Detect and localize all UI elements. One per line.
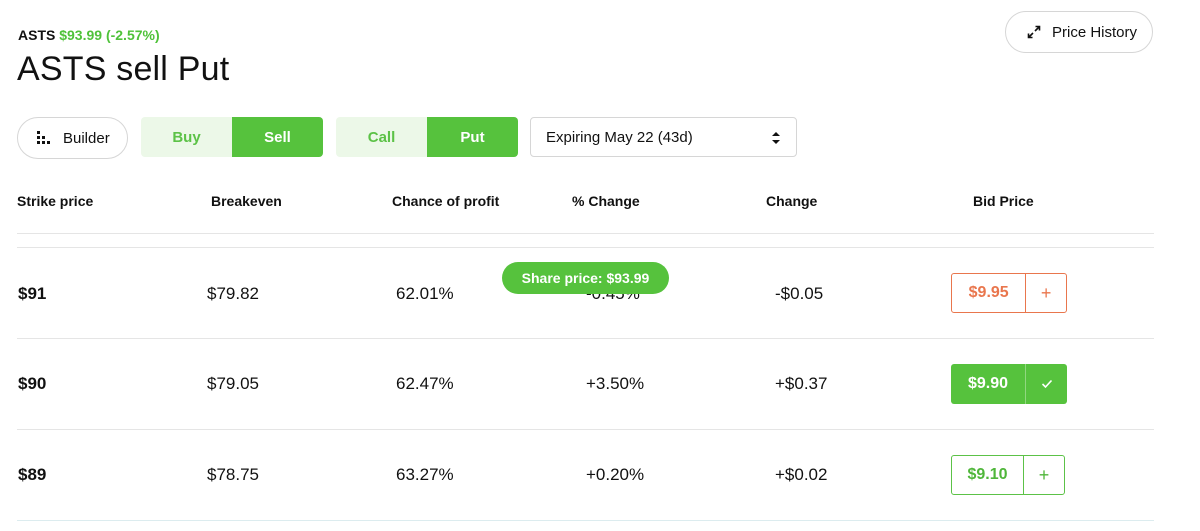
price-history-button[interactable]: Price History bbox=[1005, 11, 1153, 53]
pct-change-value: +0.20% bbox=[586, 465, 645, 484]
plus-icon[interactable]: + bbox=[1024, 456, 1064, 494]
chance-value: 63.27% bbox=[396, 465, 454, 484]
updown-caret-icon bbox=[772, 132, 780, 144]
header-divider bbox=[17, 233, 1154, 234]
buy-option[interactable]: Buy bbox=[141, 117, 232, 157]
strike-price: $89 bbox=[18, 465, 47, 484]
column-header-chance: Chance of profit bbox=[392, 193, 500, 209]
buy-sell-toggle: Buy Sell bbox=[141, 117, 323, 157]
chance-value: 62.47% bbox=[396, 374, 454, 393]
bid-price-button[interactable]: $9.90 bbox=[951, 364, 1067, 404]
column-header-breakeven: Breakeven bbox=[211, 193, 282, 209]
sell-option[interactable]: Sell bbox=[232, 117, 323, 157]
ticker-price-change: $93.99 (-2.57%) bbox=[59, 27, 160, 43]
column-header-strike: Strike price bbox=[17, 193, 94, 209]
bid-amount[interactable]: $9.95 bbox=[952, 274, 1027, 312]
breakeven-value: $78.75 bbox=[207, 465, 259, 484]
price-history-label: Price History bbox=[1052, 23, 1138, 41]
column-header-pct-change: % Change bbox=[572, 193, 640, 209]
row-divider bbox=[17, 247, 1154, 248]
strike-price: $91 bbox=[18, 284, 47, 303]
expand-icon bbox=[1027, 25, 1041, 39]
builder-button[interactable]: Builder bbox=[17, 117, 128, 159]
bid-price-button[interactable]: $9.95 + bbox=[951, 273, 1067, 313]
call-option[interactable]: Call bbox=[336, 117, 427, 157]
put-option[interactable]: Put bbox=[427, 117, 518, 157]
ticker-symbol: ASTS bbox=[18, 27, 56, 43]
row-divider bbox=[17, 338, 1154, 339]
share-price-marker: Share price: $93.99 bbox=[502, 262, 669, 294]
ticker-quote: ASTS $93.99 (-2.57%) bbox=[18, 27, 160, 43]
bid-price-button[interactable]: $9.10 + bbox=[951, 455, 1065, 495]
expiration-select[interactable]: Expiring May 22 (43d) bbox=[530, 117, 797, 157]
page-title: ASTS sell Put bbox=[17, 50, 230, 88]
expiration-value: Expiring May 22 (43d) bbox=[546, 128, 693, 146]
breakeven-value: $79.82 bbox=[207, 284, 259, 303]
plus-icon[interactable]: + bbox=[1026, 274, 1066, 312]
bid-amount[interactable]: $9.90 bbox=[951, 364, 1026, 404]
check-icon[interactable] bbox=[1026, 364, 1067, 404]
bid-amount[interactable]: $9.10 bbox=[952, 456, 1024, 494]
change-value: -$0.05 bbox=[775, 284, 824, 303]
builder-icon bbox=[37, 131, 50, 144]
column-header-change: Change bbox=[766, 193, 818, 209]
call-put-toggle: Call Put bbox=[336, 117, 518, 157]
row-divider bbox=[17, 429, 1154, 430]
column-header-bid-price: Bid Price bbox=[973, 193, 1034, 209]
change-value: +$0.37 bbox=[775, 374, 828, 393]
strike-price: $90 bbox=[18, 374, 47, 393]
change-value: +$0.02 bbox=[775, 465, 828, 484]
breakeven-value: $79.05 bbox=[207, 374, 259, 393]
builder-label: Builder bbox=[63, 129, 110, 147]
row-divider bbox=[17, 520, 1154, 521]
pct-change-value: +3.50% bbox=[586, 374, 645, 393]
chance-value: 62.01% bbox=[396, 284, 454, 303]
